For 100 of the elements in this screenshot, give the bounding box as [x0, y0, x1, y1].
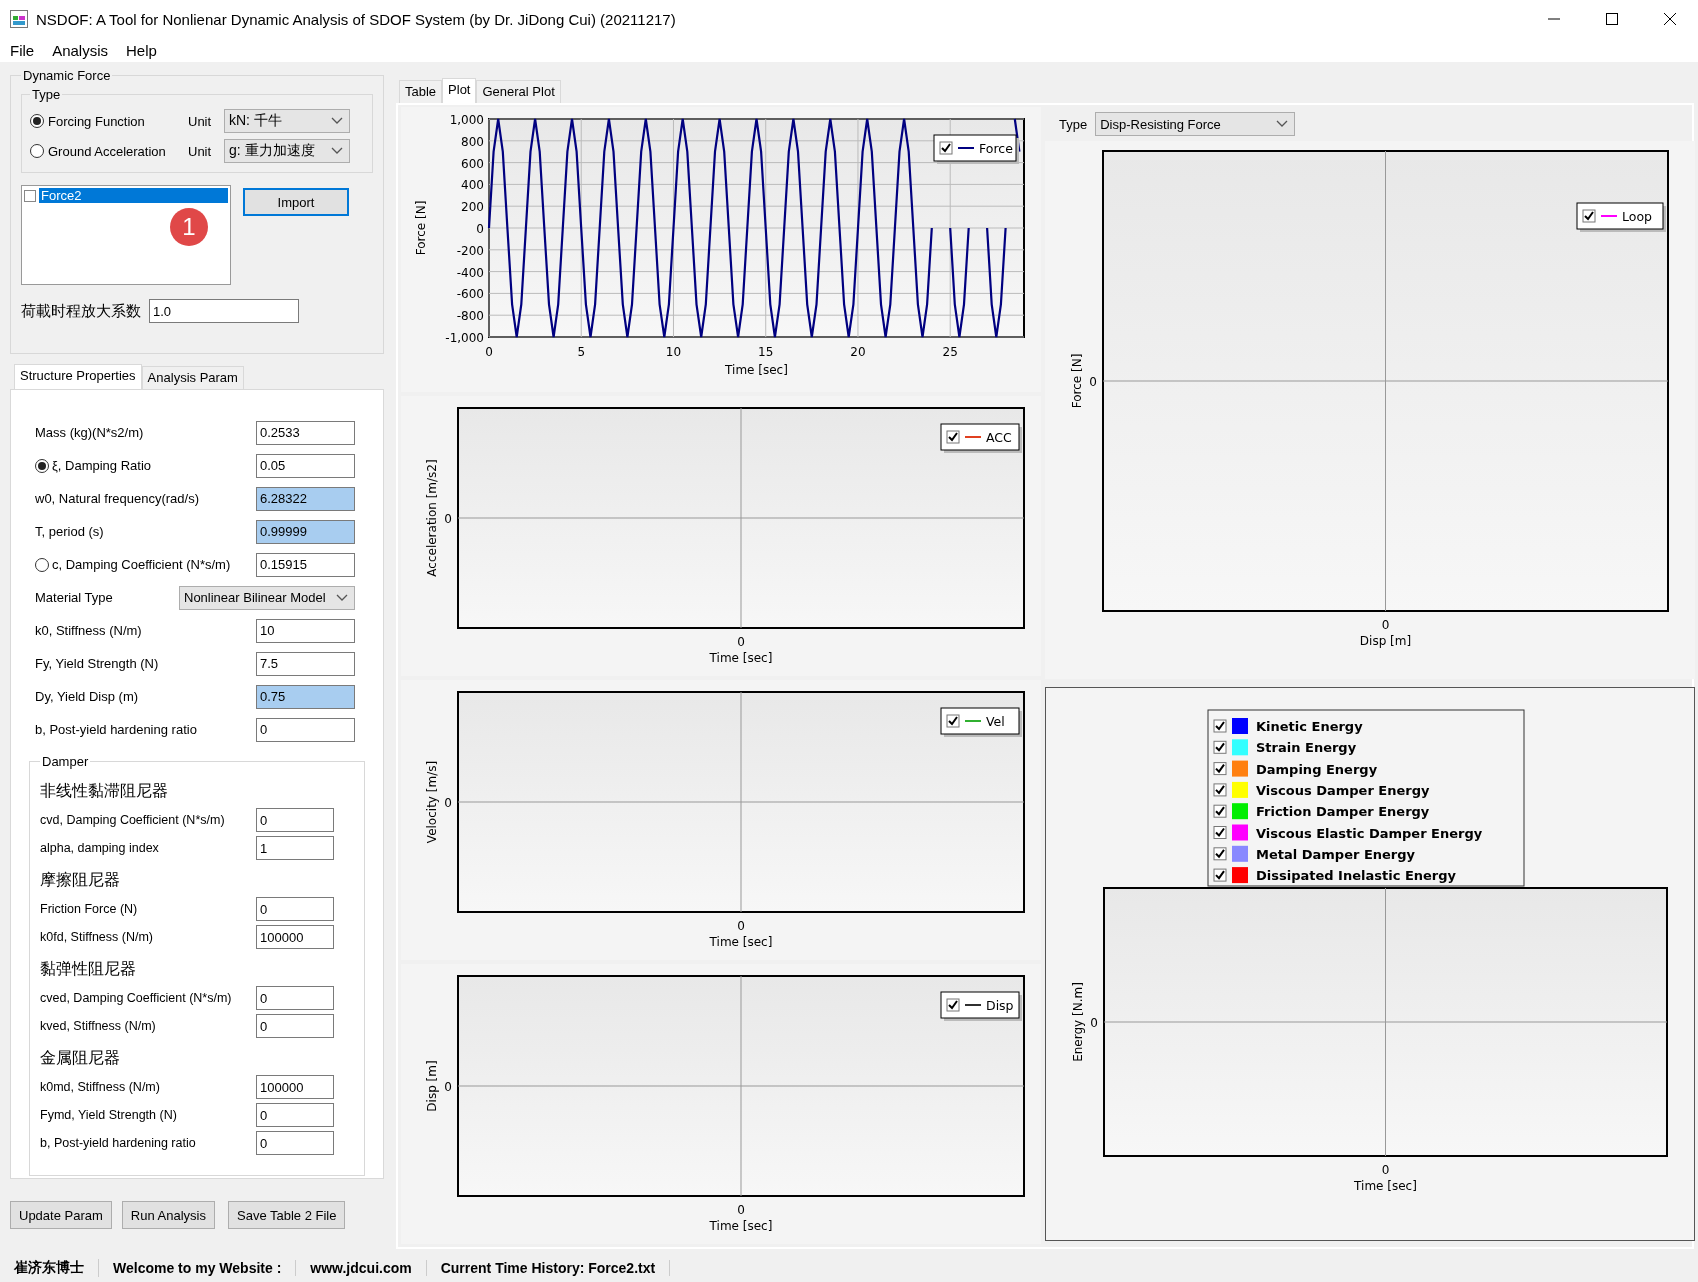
unit-label: Unit	[188, 143, 213, 159]
field-label: Friction Force (N)	[40, 902, 139, 916]
input-field[interactable]: 0.15915	[256, 552, 355, 577]
axis-tick-label: 0	[476, 222, 484, 236]
axis-tick-label: 0	[444, 1080, 452, 1094]
unit-label: Unit	[188, 113, 213, 129]
unit-dropdown[interactable]: g: 重力加速度	[224, 139, 350, 163]
input-field[interactable]: 0	[256, 897, 334, 921]
field-label: cvd, Damping Coefficient (N*s/m)	[40, 813, 226, 827]
input-field[interactable]: 6.28322	[256, 486, 355, 511]
field-label: Fymd, Yield Strength (N)	[40, 1108, 178, 1122]
option-label[interactable]: Ground Acceleration	[48, 143, 166, 159]
input-field[interactable]: 100000	[256, 1075, 334, 1099]
input-field[interactable]: 0	[256, 1103, 334, 1127]
list-item[interactable]: Force2	[39, 188, 228, 203]
legend-label: Damping Energy	[1256, 761, 1378, 777]
section-heading: 摩擦阻尼器	[40, 870, 121, 890]
field-label: kved, Stiffness (N/m)	[40, 1019, 157, 1033]
axis-tick-label: 0	[444, 796, 452, 810]
action-button[interactable]: Save Table 2 File	[228, 1201, 346, 1229]
material-dropdown[interactable]: Nonlinear Bilinear Model	[179, 585, 355, 610]
legend-label: Viscous Damper Energy	[1256, 782, 1430, 798]
unit-dropdown[interactable]: kN: 千牛	[224, 109, 350, 133]
input-field[interactable]: 100000	[256, 925, 334, 949]
input-field[interactable]: 1	[256, 836, 334, 860]
axis-tick-label: 5	[577, 345, 586, 359]
axis-tick-label: 400	[461, 178, 484, 193]
input-field[interactable]: 0	[256, 808, 334, 832]
axis-title: Energy [N.m]	[1071, 982, 1085, 1062]
plot-type-dropdown[interactable]: Disp-Resisting Force	[1095, 112, 1296, 136]
import-button[interactable]: Import	[243, 188, 349, 216]
axis-tick-label: 0	[737, 635, 745, 649]
field-label: Material Type	[35, 590, 113, 605]
input-field[interactable]: 10	[256, 618, 355, 643]
input-field[interactable]: 0	[256, 1131, 334, 1155]
input-field[interactable]: 0.75	[256, 684, 355, 709]
section-heading: 黏弹性阻尼器	[40, 959, 137, 979]
axis-title: Disp [m]	[1359, 634, 1412, 648]
menu-item[interactable]: Help	[126, 41, 157, 59]
axis-tick-label: 25	[942, 345, 958, 359]
option-label[interactable]: c, Damping Coefficient (N*s/m)	[52, 557, 231, 572]
axis-title: Time [sec]	[709, 1219, 773, 1233]
status-text: 崔济东博士	[0, 1259, 99, 1277]
axis-tick-label: 1,000	[449, 113, 484, 127]
input-field[interactable]: 0.99999	[256, 519, 355, 544]
field-label: b, Post-yield hardening ratio	[40, 1136, 197, 1150]
axis-tick-label: 0	[1089, 375, 1097, 389]
legend-label: Viscous Elastic Damper Energy	[1256, 825, 1483, 841]
axis-title: Force [N]	[1070, 353, 1084, 409]
tab[interactable]: Table	[399, 80, 443, 103]
axis-tick-label: 200	[461, 200, 484, 215]
field-label: Dy, Yield Disp (m)	[35, 689, 139, 704]
axis-tick-label: 0	[485, 345, 493, 359]
action-button[interactable]: Update Param	[10, 1201, 112, 1229]
field-label: Fy, Yield Strength (N)	[35, 656, 159, 671]
axis-tick-label: 0	[1381, 618, 1390, 632]
scale-field[interactable]: 1.0	[149, 299, 299, 323]
field-label: k0fd, Stiffness (N/m)	[40, 930, 154, 944]
legend-label: Disp	[986, 998, 1014, 1013]
input-field[interactable]: 0	[256, 986, 334, 1010]
axis-title: Acceleration [m/s2]	[425, 459, 439, 577]
status-text: www.jdcui.com	[296, 1260, 427, 1276]
axis-title: Time [sec]	[709, 935, 773, 949]
input-field[interactable]: 0	[256, 1014, 334, 1038]
axis-tick-label: 0	[444, 512, 452, 526]
legend-label: Friction Damper Energy	[1256, 804, 1430, 820]
option-label[interactable]: ξ, Damping Ratio	[52, 458, 152, 473]
option-label[interactable]: Forcing Function	[48, 113, 145, 129]
axis-tick-label: 20	[850, 345, 866, 359]
axis-title: Time [sec]	[1354, 1179, 1417, 1193]
field-label: w0, Natural frequency(rad/s)	[35, 491, 199, 506]
input-field[interactable]: 0	[256, 717, 355, 742]
menu-item[interactable]: Analysis	[52, 41, 109, 59]
input-field[interactable]: 0.05	[256, 453, 355, 478]
field-label: Mass (kg)(N*s2/m)	[35, 425, 144, 440]
action-button[interactable]: Run Analysis	[121, 1201, 215, 1229]
type-label: Type	[1059, 116, 1088, 132]
axis-tick-label: 0	[737, 1203, 745, 1217]
input-field[interactable]: 0.2533	[256, 420, 355, 445]
legend-label: Loop	[1622, 209, 1652, 224]
tab[interactable]: Plot	[442, 78, 477, 103]
tab[interactable]: General Plot	[476, 80, 561, 103]
field-label: T, period (s)	[35, 524, 104, 539]
tab[interactable]: Structure Properties	[14, 364, 142, 389]
axis-tick-label: 600	[461, 156, 484, 171]
axis-tick-label: -1,000	[445, 331, 484, 345]
field-label: k0md, Stiffness (N/m)	[40, 1080, 161, 1094]
legend-label: Strain Energy	[1256, 740, 1357, 756]
field-label: k0, Stiffness (N/m)	[35, 623, 142, 638]
axis-tick-label: -200	[456, 243, 484, 258]
axis-title: Time [sec]	[725, 363, 788, 377]
tab[interactable]: Analysis Param	[141, 366, 244, 389]
legend-label: Force	[979, 141, 1013, 156]
step-badge: 1	[170, 208, 208, 246]
legend-label: Dissipated Inelastic Energy	[1256, 868, 1457, 884]
axis-title: Disp [m]	[425, 1060, 439, 1112]
input-field[interactable]: 7.5	[256, 651, 355, 676]
legend-label: Kinetic Energy	[1256, 719, 1363, 734]
menu-item[interactable]: File	[10, 41, 35, 59]
group-label: Damper	[41, 754, 90, 769]
